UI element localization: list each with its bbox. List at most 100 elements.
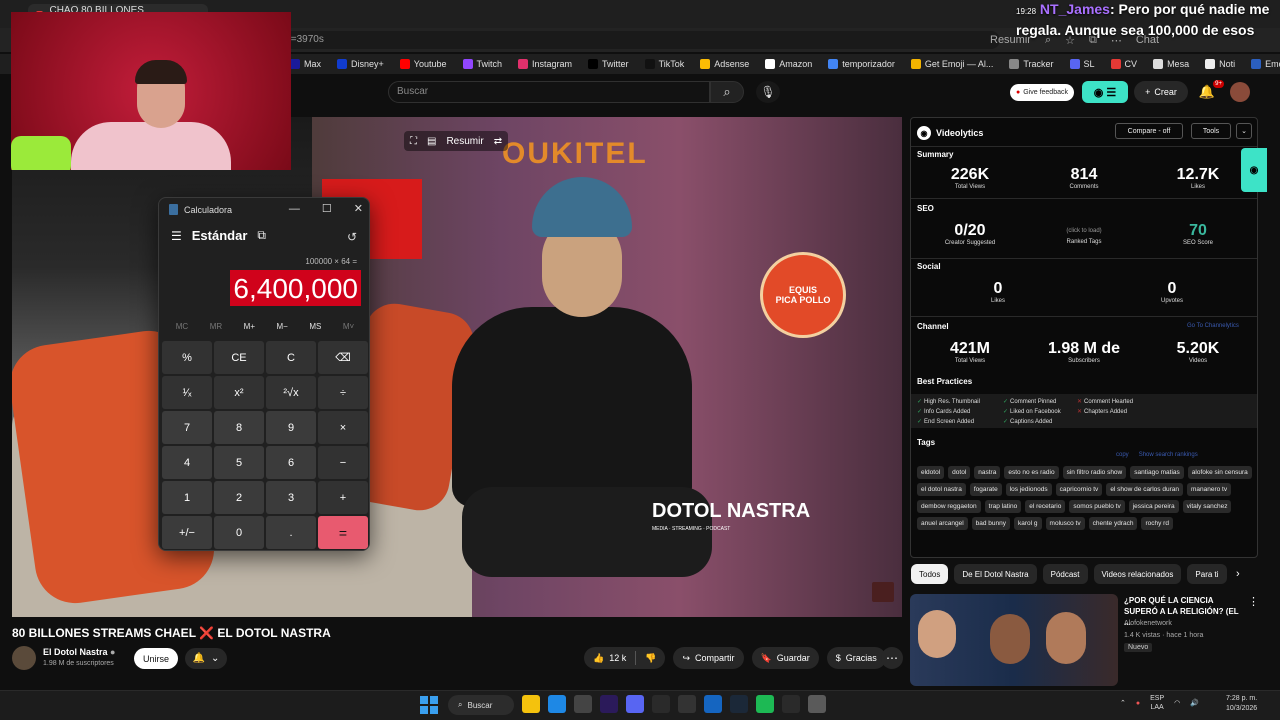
chevron-right-icon[interactable]: ›: [1236, 568, 1240, 580]
tag-chip[interactable]: rochy rd: [1141, 517, 1173, 530]
bookmark-item[interactable]: Emogis: [1251, 59, 1280, 69]
thumbs-down-icon[interactable]: 👎: [645, 653, 656, 664]
tag-chip[interactable]: santiago matias: [1130, 466, 1184, 479]
calc-key[interactable]: 4: [162, 446, 212, 479]
taskbar-app-icon[interactable]: [548, 695, 566, 713]
bookmark-item[interactable]: CV: [1110, 59, 1137, 69]
maximize-icon[interactable]: ☐: [322, 202, 332, 215]
more-actions-button[interactable]: ⋯: [881, 647, 903, 669]
bookmark-item[interactable]: Amazon: [765, 59, 812, 69]
calc-key[interactable]: 5: [214, 446, 264, 479]
tray-chevron-icon[interactable]: ⌃: [1120, 699, 1126, 707]
tag-chip[interactable]: capricornio tv: [1055, 483, 1103, 496]
calc-key[interactable]: ⌫: [318, 341, 368, 374]
bookmark-item[interactable]: Youtube: [399, 59, 447, 69]
tag-chip[interactable]: jessica pereira: [1128, 500, 1179, 513]
taskbar-app-icon[interactable]: [704, 695, 722, 713]
video-player[interactable]: MUNDO OUKITEL EQUIS PICA POLLO DOTOL NAS…: [12, 117, 902, 617]
calc-key[interactable]: C: [266, 341, 316, 374]
calc-key[interactable]: %: [162, 341, 212, 374]
calc-key[interactable]: 8: [214, 411, 264, 444]
bookmark-item[interactable]: Mesa: [1153, 59, 1189, 69]
like-button[interactable]: 👍 12 k 👎: [584, 647, 666, 669]
calc-key[interactable]: ×: [318, 411, 368, 444]
calc-key[interactable]: −: [318, 446, 368, 479]
bookmark-item[interactable]: Instagram: [518, 59, 572, 69]
calc-key[interactable]: 6: [266, 446, 316, 479]
filter-chip[interactable]: De El Dotol Nastra: [954, 564, 1037, 584]
show-rankings-link[interactable]: Show search rankings: [1139, 452, 1198, 458]
copy-tags-link[interactable]: copy: [1116, 452, 1129, 458]
bookmark-item[interactable]: Adsense: [700, 59, 749, 69]
taskbar-app-icon[interactable]: [730, 695, 748, 713]
tag-chip[interactable]: anuel arcangel: [917, 517, 968, 530]
bookmark-item[interactable]: TikTok: [644, 59, 684, 69]
calc-key[interactable]: 3: [266, 481, 316, 514]
mic-icon[interactable]: ●: [1136, 700, 1140, 707]
calc-key[interactable]: 2: [214, 481, 264, 514]
tag-chip[interactable]: dembow reggaeton: [917, 500, 981, 513]
filter-chip[interactable]: Videos relacionados: [1093, 564, 1182, 584]
filter-chip[interactable]: Pódcast: [1042, 564, 1088, 584]
recommended-thumbnail[interactable]: [910, 594, 1118, 686]
tag-chip[interactable]: vitaly sanchez: [1182, 500, 1232, 513]
share-button[interactable]: ↪ Compartir: [673, 647, 744, 669]
wifi-icon[interactable]: ◠: [1174, 699, 1180, 707]
taskbar-app-icon[interactable]: [808, 695, 826, 713]
bookmark-item[interactable]: Disney+: [337, 59, 384, 69]
address-bar[interactable]: t=3970s: [280, 31, 1000, 49]
avatar[interactable]: [1230, 82, 1250, 102]
tools-button[interactable]: Tools: [1191, 123, 1231, 139]
calc-key[interactable]: x²: [214, 376, 264, 409]
calc-key[interactable]: +/−: [162, 516, 212, 549]
tag-chip[interactable]: sin filtro radio show: [1062, 466, 1127, 479]
tag-chip[interactable]: esto no es radio: [1004, 466, 1059, 479]
channel-avatar[interactable]: [12, 646, 36, 670]
calc-key[interactable]: 7: [162, 411, 212, 444]
calc-key[interactable]: 0: [214, 516, 264, 549]
tag-chip[interactable]: el dotol nastra: [917, 483, 966, 496]
taskbar-clock[interactable]: 7:28 p. m. 10/3/2026: [1226, 694, 1257, 714]
memory-button[interactable]: M−: [277, 322, 288, 331]
calc-key[interactable]: ²√x: [266, 376, 316, 409]
join-button[interactable]: Unirse: [134, 648, 178, 669]
videolytics-toggle-button[interactable]: ◉ ☰: [1082, 81, 1128, 103]
tag-chip[interactable]: dotol: [948, 466, 971, 479]
tag-chip[interactable]: trap latino: [984, 500, 1022, 513]
calc-key[interactable]: CE: [214, 341, 264, 374]
memory-button[interactable]: M+: [244, 322, 255, 331]
calc-key[interactable]: 1: [162, 481, 212, 514]
tag-chip[interactable]: los jedionods: [1005, 483, 1052, 496]
filter-chip[interactable]: Todos: [911, 564, 949, 584]
calc-key[interactable]: +: [318, 481, 368, 514]
search-input[interactable]: Buscar: [388, 81, 710, 103]
notifications-button[interactable]: 🔔 9+: [1196, 80, 1224, 103]
bookmark-item[interactable]: Get Emoji — Al...: [910, 59, 993, 69]
channel-name[interactable]: El Dotol Nastra ●: [43, 647, 115, 657]
tag-chip[interactable]: molusco tv: [1045, 517, 1085, 530]
save-button[interactable]: 🔖 Guardar: [751, 647, 819, 669]
more-vert-icon[interactable]: ⋮: [1248, 595, 1259, 608]
close-icon[interactable]: ✕: [354, 202, 363, 215]
memory-button[interactable]: MS: [309, 322, 321, 331]
voice-search-button[interactable]: 🎙: [756, 81, 780, 103]
bookmark-item[interactable]: Tracker: [1009, 59, 1054, 69]
seo-ranked-tags[interactable]: (click to load) Ranked Tags: [1029, 228, 1139, 245]
tag-chip[interactable]: el show de carlos duran: [1106, 483, 1183, 496]
tag-chip[interactable]: bad bunny: [971, 517, 1011, 530]
create-button[interactable]: + Crear: [1134, 81, 1188, 103]
taskbar-app-icon[interactable]: [600, 695, 618, 713]
taskbar-app-icon[interactable]: [626, 695, 644, 713]
keep-on-top-icon[interactable]: ⧉: [257, 228, 266, 243]
tag-chip[interactable]: karol g: [1014, 517, 1042, 530]
calc-key[interactable]: =: [318, 516, 368, 549]
taskbar-app-icon[interactable]: [782, 695, 800, 713]
videolytics-side-tab[interactable]: ◉: [1241, 148, 1267, 192]
taskbar-app-icon[interactable]: [652, 695, 670, 713]
calc-key[interactable]: 9: [266, 411, 316, 444]
tag-chip[interactable]: el recetario: [1025, 500, 1066, 513]
bookmark-item[interactable]: Twitch: [462, 59, 502, 69]
calc-key[interactable]: ÷: [318, 376, 368, 409]
subscription-bell-button[interactable]: 🔔 ⌄: [185, 648, 227, 669]
tag-chip[interactable]: nastra: [974, 466, 1001, 479]
